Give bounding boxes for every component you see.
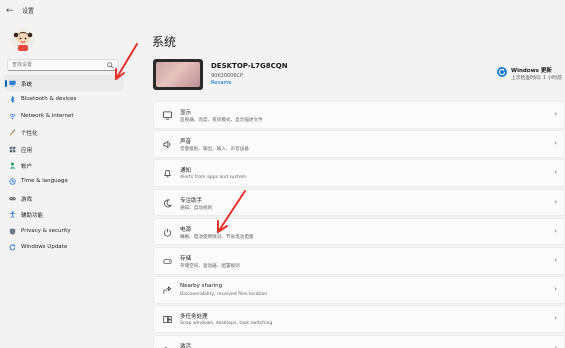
annotation-arrow-sidebar	[115, 43, 138, 80]
annotation-arrows	[115, 43, 246, 233]
annotation-arrow-power	[217, 190, 246, 233]
